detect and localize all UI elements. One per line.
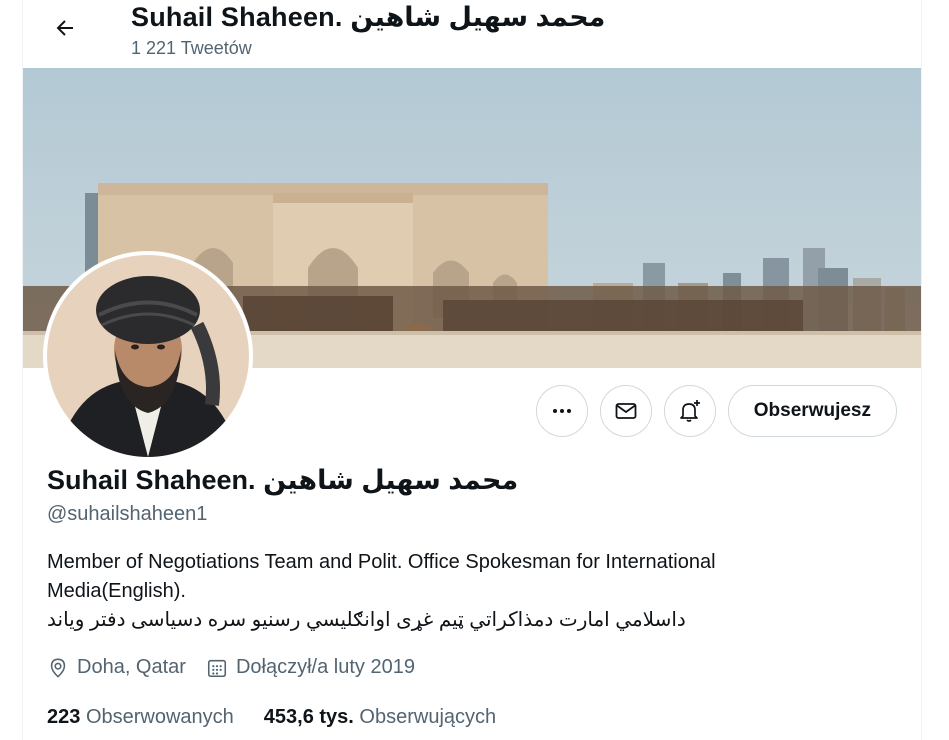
profile-handle: @suhailshaheen1 xyxy=(47,503,208,525)
arrow-left-icon xyxy=(56,20,73,36)
profile-actions: Obserwujesz xyxy=(535,385,897,437)
profile-name: Suhail Shaheen. محمد سهیل شاهین xyxy=(47,465,519,495)
notifications-button[interactable] xyxy=(663,385,716,437)
profile-meta: Doha, Qatar Dołączył/a luty 2019 xyxy=(47,656,435,679)
bio-english: Member of Negotiations Team and Polit. O… xyxy=(47,551,716,602)
tweet-count: 1 221 Tweetów xyxy=(131,38,252,58)
location-pin-icon xyxy=(50,658,66,678)
following-stat[interactable]: 223 Obserwowanych xyxy=(47,706,234,729)
bell-plus-icon xyxy=(679,400,700,422)
avatar-frame[interactable] xyxy=(43,251,253,461)
message-button[interactable] xyxy=(599,385,652,437)
avatar xyxy=(47,255,249,457)
followers-stat[interactable]: 453,6 tys. Obserwujących xyxy=(264,706,496,729)
profile-stats: 223 Obserwowanych 453,6 tys. Obserwujący… xyxy=(47,706,526,729)
more-icon xyxy=(552,409,571,413)
calendar-icon xyxy=(207,659,226,677)
profile-column: Suhail Shaheen. محمد سهیل شاهین 1 221 Tw… xyxy=(22,0,922,740)
joined-item: Dołączył/a luty 2019 xyxy=(206,656,415,679)
following-label: Obserwowanych xyxy=(85,706,234,728)
bio-pashto: داسلامي امارت دمذاکراتي ټیم غړی اوانګلیس… xyxy=(47,609,686,631)
envelope-icon xyxy=(615,403,637,419)
following-button[interactable]: Obserwujesz xyxy=(727,385,897,437)
location-text: Doha, Qatar xyxy=(77,656,186,678)
following-count: 223 xyxy=(47,706,81,728)
profile-bio: Member of Negotiations Team and Polit. O… xyxy=(47,548,847,635)
location-item: Doha, Qatar xyxy=(47,656,186,679)
header-title: Suhail Shaheen. محمد سهیل شاهین xyxy=(131,2,606,32)
joined-text: Dołączył/a luty 2019 xyxy=(235,656,415,678)
top-bar: Suhail Shaheen. محمد سهیل شاهین 1 221 Tw… xyxy=(23,0,921,68)
more-button[interactable] xyxy=(535,385,588,437)
followers-count: 453,6 tys. xyxy=(263,706,354,728)
followers-label: Obserwujących xyxy=(359,706,497,728)
back-button[interactable] xyxy=(45,8,85,48)
